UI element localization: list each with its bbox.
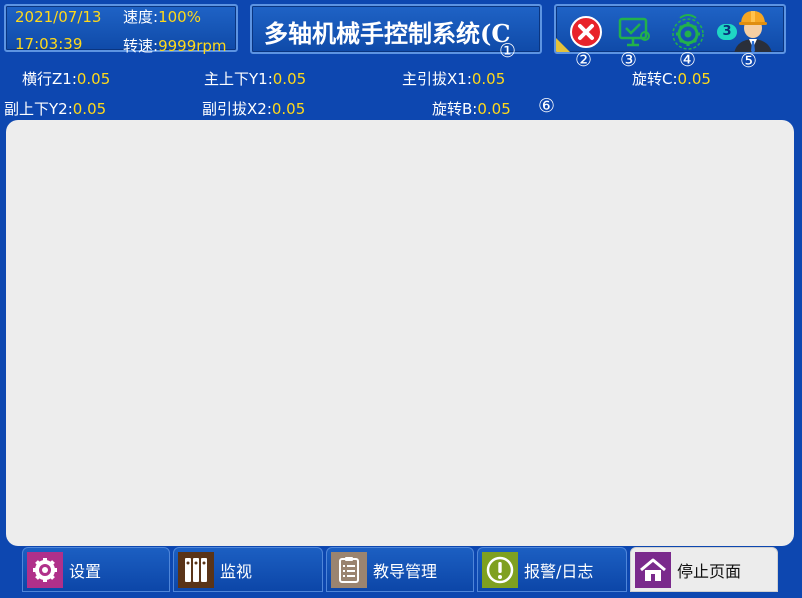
axis-label: 旋转C: — [632, 70, 678, 88]
user-button[interactable]: 3 — [716, 8, 782, 52]
gear-button[interactable] — [668, 12, 708, 52]
axis-value: 0.05 — [477, 100, 511, 118]
tab-label: 教导管理 — [373, 561, 438, 581]
axis-label: 主引拔X1: — [402, 70, 472, 88]
monitor-check-button[interactable] — [616, 14, 652, 50]
axis-label: 副上下Y2: — [4, 100, 73, 118]
axis-b: 旋转B:0.05 — [432, 98, 511, 119]
main-content-area — [6, 120, 794, 546]
toolbar-panel: 3 — [554, 4, 786, 54]
rpm-label: 转速: — [123, 37, 159, 55]
gear-icon — [672, 14, 704, 50]
speed-label: 速度: — [123, 8, 159, 26]
tab-monitor[interactable]: 监视 — [173, 547, 323, 592]
rpm-readout: 转速:9999rpm — [123, 35, 227, 56]
axis-label: 旋转B: — [432, 100, 478, 118]
axis-value: 0.05 — [677, 70, 711, 88]
tab-teach-management[interactable]: 教导管理 — [326, 547, 474, 592]
tab-label: 停止页面 — [677, 561, 742, 581]
axis-c: 旋转C:0.05 — [632, 68, 711, 89]
rpm-value: 9999rpm — [158, 37, 227, 55]
axis-label: 横行Z1: — [22, 70, 77, 88]
axis-value: 0.05 — [72, 100, 107, 118]
speed-value: 100% — [158, 8, 201, 26]
tab-label: 监视 — [220, 561, 253, 581]
axis-label: 主上下Y1: — [204, 70, 273, 88]
tab-alarm-log[interactable]: 报警/日志 — [477, 547, 627, 592]
settings-icon — [27, 551, 63, 588]
clipboard-icon — [331, 551, 367, 588]
monitor-icon — [178, 551, 214, 588]
date-display: 2021/07/13 — [15, 8, 102, 26]
axis-value: 0.05 — [272, 70, 307, 88]
alarm-icon — [482, 551, 518, 588]
axis-x2: 副引拔X2:0.05 — [202, 98, 305, 119]
axis-value: 0.05 — [471, 70, 506, 88]
tab-label: 报警/日志 — [524, 561, 594, 581]
tab-settings[interactable]: 设置 — [22, 547, 170, 592]
speed-readout: 速度:100% — [123, 6, 201, 27]
axis-z1: 横行Z1:0.05 — [22, 68, 110, 89]
corner-triangle-icon — [556, 38, 570, 52]
marker-1: ① — [499, 40, 517, 62]
marker-6: ⑥ — [538, 95, 556, 117]
axis-value: 0.05 — [271, 100, 306, 118]
close-icon — [570, 16, 602, 48]
monitor-check-icon — [618, 17, 650, 47]
axis-label: 副引拔X2: — [202, 100, 272, 118]
axis-y2: 副上下Y2:0.05 — [4, 98, 106, 119]
app-title: 多轴机械手控制系统(C — [264, 19, 511, 48]
operator-icon — [734, 11, 772, 52]
axis-y1: 主上下Y1:0.05 — [204, 68, 306, 89]
close-button[interactable] — [570, 16, 602, 48]
home-icon — [635, 551, 671, 588]
marker-5: ⑤ — [740, 50, 758, 72]
time-display: 17:03:39 — [15, 35, 83, 53]
tab-label: 设置 — [69, 561, 102, 581]
axis-x1: 主引拔X1:0.05 — [402, 68, 505, 89]
status-panel: 2021/07/13 速度:100% 17:03:39 转速:9999rpm — [4, 4, 238, 55]
marker-2: ② — [575, 49, 593, 71]
axis-value: 0.05 — [76, 70, 111, 88]
tab-stop-page[interactable]: 停止页面 — [630, 547, 778, 592]
